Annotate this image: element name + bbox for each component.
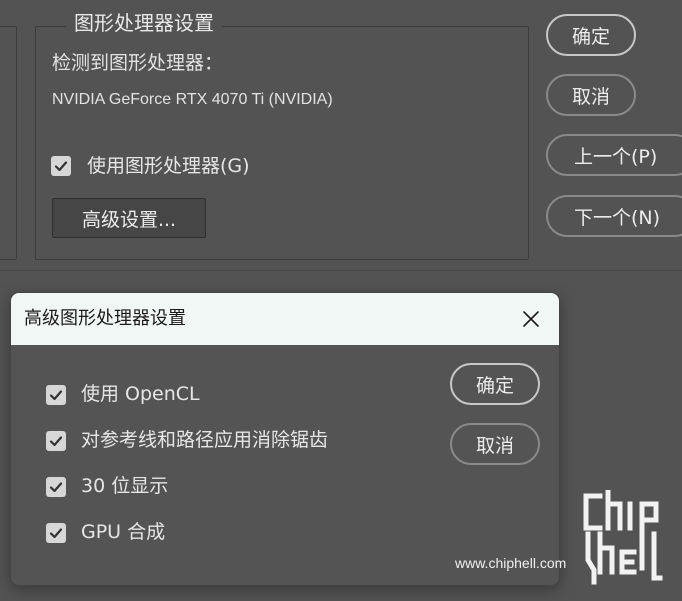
use-gpu-checkbox[interactable] — [51, 156, 71, 176]
gpu-name: NVIDIA GeForce RTX 4070 Ti (NVIDIA) — [52, 91, 333, 108]
close-icon — [523, 311, 539, 327]
previous-button[interactable]: 上一个(P) — [546, 134, 682, 176]
antialias-label[interactable]: 对参考线和路径应用消除锯齿 — [81, 428, 328, 452]
check-icon — [49, 482, 63, 493]
opencl-checkbox[interactable] — [46, 385, 66, 405]
ok-button[interactable]: 确定 — [546, 14, 636, 56]
dialog-cancel-button[interactable]: 取消 — [450, 423, 540, 465]
advanced-gpu-dialog: 高级图形处理器设置 使用 OpenCL 对参考线和路径应用消除锯齿 30 位显示 — [11, 293, 559, 585]
check-icon — [49, 390, 63, 401]
advanced-settings-button[interactable]: 高级设置... — [52, 198, 206, 238]
check-icon — [49, 528, 63, 539]
30bit-display-label[interactable]: 30 位显示 — [81, 474, 168, 498]
divider — [0, 270, 682, 271]
check-icon — [54, 161, 68, 172]
close-button[interactable] — [515, 303, 547, 335]
detected-gpu-label: 检测到图形处理器： — [52, 52, 224, 74]
chiphell-logo — [580, 487, 668, 590]
gpu-compositing-checkbox[interactable] — [46, 523, 66, 543]
gpu-settings-title: 图形处理器设置 — [66, 10, 222, 36]
opencl-label[interactable]: 使用 OpenCL — [81, 382, 200, 406]
next-button[interactable]: 下一个(N) — [546, 195, 682, 237]
left-panel-edge — [0, 26, 17, 260]
watermark-url: www.chiphell.com — [455, 555, 567, 571]
30bit-display-checkbox[interactable] — [46, 477, 66, 497]
use-gpu-label[interactable]: 使用图形处理器(G) — [87, 154, 250, 178]
check-icon — [49, 436, 63, 447]
dialog-ok-button[interactable]: 确定 — [450, 363, 540, 405]
cancel-button[interactable]: 取消 — [546, 74, 636, 116]
antialias-checkbox[interactable] — [46, 431, 66, 451]
preferences-window: 图形处理器设置 检测到图形处理器： NVIDIA GeForce RTX 407… — [0, 0, 682, 601]
gpu-compositing-label[interactable]: GPU 合成 — [81, 520, 165, 544]
dialog-title: 高级图形处理器设置 — [24, 308, 186, 329]
